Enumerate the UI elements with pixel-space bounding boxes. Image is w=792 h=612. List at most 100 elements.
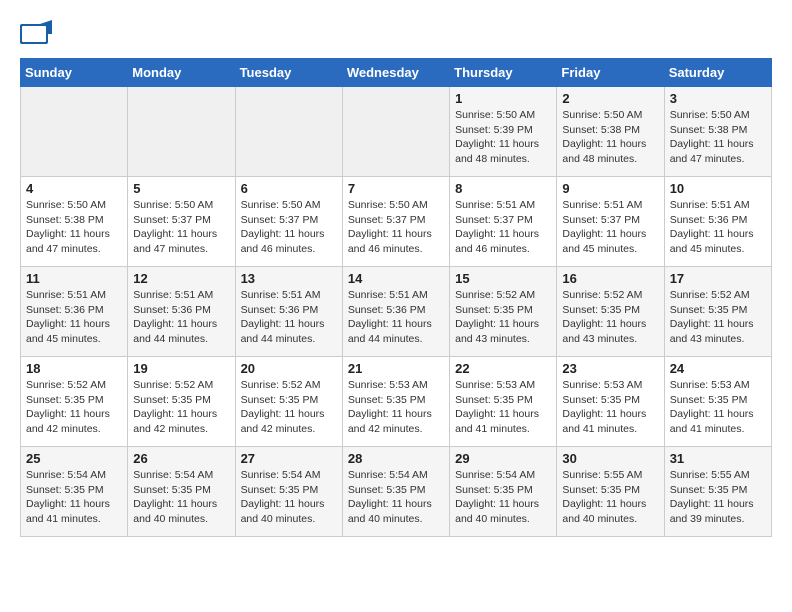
calendar-week-row: 18 Sunrise: 5:52 AM Sunset: 5:35 PM Dayli… xyxy=(21,357,772,447)
weekday-header: Saturday xyxy=(664,59,771,87)
day-info: Sunrise: 5:51 AM Sunset: 5:36 PM Dayligh… xyxy=(133,288,229,347)
day-info: Sunrise: 5:52 AM Sunset: 5:35 PM Dayligh… xyxy=(241,378,337,437)
day-number: 1 xyxy=(455,91,551,106)
calendar-cell: 26Sunrise: 5:54 AM Sunset: 5:35 PM Dayli… xyxy=(128,447,235,537)
day-number: 15 xyxy=(455,271,551,286)
page-header xyxy=(20,20,772,48)
day-number: 17 xyxy=(670,271,766,286)
calendar-cell: 8 Sunrise: 5:51 AM Sunset: 5:37 PM Daylig… xyxy=(450,177,557,267)
weekday-header: Sunday xyxy=(21,59,128,87)
calendar-cell: 27 Sunrise: 5:54 AM Sunset: 5:35 PM Dayli… xyxy=(235,447,342,537)
calendar-cell: 17 Sunrise: 5:52 AM Sunset: 5:35 PM Dayli… xyxy=(664,267,771,357)
weekday-header: Thursday xyxy=(450,59,557,87)
calendar-cell: 16Sunrise: 5:52 AM Sunset: 5:35 PM Dayli… xyxy=(557,267,664,357)
day-info: Sunrise: 5:54 AM Sunset: 5:35 PM Dayligh… xyxy=(241,468,337,527)
weekday-header: Tuesday xyxy=(235,59,342,87)
calendar-cell: 20 Sunrise: 5:52 AM Sunset: 5:35 PM Dayli… xyxy=(235,357,342,447)
calendar-cell: 1 Sunrise: 5:50 AM Sunset: 5:39 PM Daylig… xyxy=(450,87,557,177)
day-number: 23 xyxy=(562,361,658,376)
day-number: 12 xyxy=(133,271,229,286)
calendar-cell: 12 Sunrise: 5:51 AM Sunset: 5:36 PM Dayli… xyxy=(128,267,235,357)
day-number: 27 xyxy=(241,451,337,466)
day-info: Sunrise: 5:50 AM Sunset: 5:39 PM Dayligh… xyxy=(455,108,551,167)
calendar-cell: 10 Sunrise: 5:51 AM Sunset: 5:36 PM Dayli… xyxy=(664,177,771,267)
day-info: Sunrise: 5:53 AM Sunset: 5:35 PM Dayligh… xyxy=(455,378,551,437)
calendar-cell: 2 Sunrise: 5:50 AM Sunset: 5:38 PM Daylig… xyxy=(557,87,664,177)
day-info: Sunrise: 5:51 AM Sunset: 5:36 PM Dayligh… xyxy=(241,288,337,347)
day-number: 20 xyxy=(241,361,337,376)
day-info: Sunrise: 5:51 AM Sunset: 5:36 PM Dayligh… xyxy=(348,288,444,347)
day-number: 6 xyxy=(241,181,337,196)
day-info: Sunrise: 5:52 AM Sunset: 5:35 PM Dayligh… xyxy=(670,288,766,347)
day-info: Sunrise: 5:50 AM Sunset: 5:38 PM Dayligh… xyxy=(670,108,766,167)
calendar-cell: 30 Sunrise: 5:55 AM Sunset: 5:35 PM Dayli… xyxy=(557,447,664,537)
day-number: 7 xyxy=(348,181,444,196)
calendar-cell xyxy=(21,87,128,177)
day-info: Sunrise: 5:53 AM Sunset: 5:35 PM Dayligh… xyxy=(670,378,766,437)
calendar-cell: 11Sunrise: 5:51 AM Sunset: 5:36 PM Dayli… xyxy=(21,267,128,357)
day-number: 28 xyxy=(348,451,444,466)
day-number: 5 xyxy=(133,181,229,196)
day-number: 11 xyxy=(26,271,122,286)
calendar-week-row: 11 Sunrise: 5:51 AM Sunset: 5:36 PM Dayli… xyxy=(21,267,772,357)
calendar-cell xyxy=(128,87,235,177)
day-number: 21 xyxy=(348,361,444,376)
calendar-cell: 9 Sunrise: 5:51 AM Sunset: 5:37 PM Daylig… xyxy=(557,177,664,267)
day-number: 3 xyxy=(670,91,766,106)
calendar-cell xyxy=(342,87,449,177)
calendar-cell: 22 Sunrise: 5:53 AM Sunset: 5:35 PM Dayli… xyxy=(450,357,557,447)
day-number: 19 xyxy=(133,361,229,376)
day-number: 30 xyxy=(562,451,658,466)
day-number: 26 xyxy=(133,451,229,466)
weekday-header-row: SundayMondayTuesdayWednesdayThursdayFrid… xyxy=(21,59,772,87)
day-info: Sunrise: 5:51 AM Sunset: 5:36 PM Dayligh… xyxy=(670,198,766,257)
day-info: Sunrise: 5:52 AM Sunset: 5:35 PM Dayligh… xyxy=(133,378,229,437)
calendar-week-row: 25Sunrise: 5:54 AM Sunset: 5:35 PM Dayli… xyxy=(21,447,772,537)
day-info: Sunrise: 5:50 AM Sunset: 5:38 PM Dayligh… xyxy=(562,108,658,167)
calendar-cell: 5 Sunrise: 5:50 AM Sunset: 5:37 PM Daylig… xyxy=(128,177,235,267)
calendar-table: SundayMondayTuesdayWednesdayThursdayFrid… xyxy=(20,58,772,537)
calendar-cell: 18 Sunrise: 5:52 AM Sunset: 5:35 PM Dayli… xyxy=(21,357,128,447)
logo xyxy=(20,20,56,48)
calendar-cell: 28 Sunrise: 5:54 AM Sunset: 5:35 PM Dayli… xyxy=(342,447,449,537)
day-info: Sunrise: 5:53 AM Sunset: 5:35 PM Dayligh… xyxy=(562,378,658,437)
day-number: 10 xyxy=(670,181,766,196)
day-number: 14 xyxy=(348,271,444,286)
day-number: 13 xyxy=(241,271,337,286)
day-number: 22 xyxy=(455,361,551,376)
day-info: Sunrise: 5:54 AM Sunset: 5:35 PM Dayligh… xyxy=(26,468,122,527)
day-number: 9 xyxy=(562,181,658,196)
calendar-cell: 3 Sunrise: 5:50 AM Sunset: 5:38 PM Daylig… xyxy=(664,87,771,177)
day-info: Sunrise: 5:52 AM Sunset: 5:35 PM Dayligh… xyxy=(562,288,658,347)
day-number: 4 xyxy=(26,181,122,196)
day-number: 2 xyxy=(562,91,658,106)
day-info: Sunrise: 5:50 AM Sunset: 5:37 PM Dayligh… xyxy=(348,198,444,257)
calendar-cell: 23 Sunrise: 5:53 AM Sunset: 5:35 PM Dayli… xyxy=(557,357,664,447)
day-number: 18 xyxy=(26,361,122,376)
day-number: 24 xyxy=(670,361,766,376)
day-info: Sunrise: 5:55 AM Sunset: 5:35 PM Dayligh… xyxy=(562,468,658,527)
calendar-cell: 31Sunrise: 5:55 AM Sunset: 5:35 PM Dayli… xyxy=(664,447,771,537)
calendar-cell: 4 Sunrise: 5:50 AM Sunset: 5:38 PM Daylig… xyxy=(21,177,128,267)
calendar-cell: 6 Sunrise: 5:50 AM Sunset: 5:37 PM Daylig… xyxy=(235,177,342,267)
logo-icon xyxy=(20,20,52,48)
day-number: 29 xyxy=(455,451,551,466)
day-info: Sunrise: 5:52 AM Sunset: 5:35 PM Dayligh… xyxy=(455,288,551,347)
day-info: Sunrise: 5:51 AM Sunset: 5:37 PM Dayligh… xyxy=(562,198,658,257)
weekday-header: Wednesday xyxy=(342,59,449,87)
day-number: 8 xyxy=(455,181,551,196)
day-info: Sunrise: 5:54 AM Sunset: 5:35 PM Dayligh… xyxy=(455,468,551,527)
day-info: Sunrise: 5:54 AM Sunset: 5:35 PM Dayligh… xyxy=(348,468,444,527)
day-info: Sunrise: 5:53 AM Sunset: 5:35 PM Dayligh… xyxy=(348,378,444,437)
calendar-cell: 29 Sunrise: 5:54 AM Sunset: 5:35 PM Dayli… xyxy=(450,447,557,537)
day-info: Sunrise: 5:50 AM Sunset: 5:37 PM Dayligh… xyxy=(241,198,337,257)
calendar-cell: 21 Sunrise: 5:53 AM Sunset: 5:35 PM Dayli… xyxy=(342,357,449,447)
day-info: Sunrise: 5:51 AM Sunset: 5:37 PM Dayligh… xyxy=(455,198,551,257)
day-info: Sunrise: 5:50 AM Sunset: 5:37 PM Dayligh… xyxy=(133,198,229,257)
day-info: Sunrise: 5:50 AM Sunset: 5:38 PM Dayligh… xyxy=(26,198,122,257)
day-info: Sunrise: 5:52 AM Sunset: 5:35 PM Dayligh… xyxy=(26,378,122,437)
calendar-cell: 24 Sunrise: 5:53 AM Sunset: 5:35 PM Dayli… xyxy=(664,357,771,447)
calendar-cell: 7 Sunrise: 5:50 AM Sunset: 5:37 PM Daylig… xyxy=(342,177,449,267)
calendar-cell: 14 Sunrise: 5:51 AM Sunset: 5:36 PM Dayli… xyxy=(342,267,449,357)
calendar-cell: 19 Sunrise: 5:52 AM Sunset: 5:35 PM Dayli… xyxy=(128,357,235,447)
